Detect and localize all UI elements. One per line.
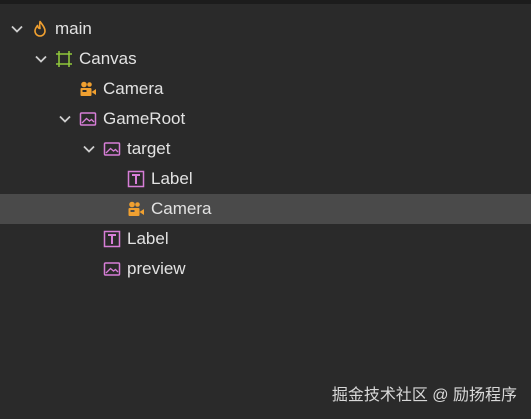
- tree-node-camera-selected[interactable]: Camera: [0, 194, 531, 224]
- scene-flame-icon: [34, 20, 46, 37]
- tree-node-preview[interactable]: preview: [0, 254, 531, 284]
- tree-node-label: Canvas: [79, 49, 137, 68]
- tree-node-main[interactable]: main: [0, 14, 531, 44]
- sprite-image-icon: [103, 262, 121, 276]
- tree-node-label: preview: [127, 259, 186, 278]
- watermark-text: 掘金技术社区 @ 励扬程序: [331, 387, 517, 404]
- text-label-icon: [127, 170, 145, 188]
- tree-node-label-1[interactable]: Label: [0, 164, 531, 194]
- tree-node-label: main: [55, 19, 92, 38]
- tree-node-camera[interactable]: Camera: [0, 74, 531, 104]
- chevron-down-icon[interactable]: [34, 52, 48, 66]
- tree-node-label: Camera: [151, 199, 212, 218]
- chevron-down-icon[interactable]: [10, 22, 24, 36]
- sprite-image-icon: [79, 112, 97, 126]
- canvas-frame-icon: [56, 51, 72, 67]
- tree-node-label: Camera: [103, 79, 164, 98]
- tree-node-label: target: [127, 139, 171, 158]
- camera-icon: [128, 201, 144, 216]
- camera-icon: [80, 81, 96, 96]
- text-label-icon: [103, 230, 121, 248]
- tree-node-label: GameRoot: [103, 109, 186, 128]
- tree-node-target[interactable]: target: [0, 134, 531, 164]
- tree-node-canvas[interactable]: Canvas: [0, 44, 531, 74]
- tree-node-label: Label: [127, 229, 169, 248]
- hierarchy-tree: main Canvas Camera GameRoot target Label…: [0, 14, 531, 284]
- tree-node-label: Label: [151, 169, 193, 188]
- tree-node-label-2[interactable]: Label: [0, 224, 531, 254]
- panel-top-border: [0, 0, 531, 4]
- tree-node-gameroot[interactable]: GameRoot: [0, 104, 531, 134]
- chevron-down-icon[interactable]: [82, 142, 96, 156]
- sprite-image-icon: [103, 142, 121, 156]
- chevron-down-icon[interactable]: [58, 112, 72, 126]
